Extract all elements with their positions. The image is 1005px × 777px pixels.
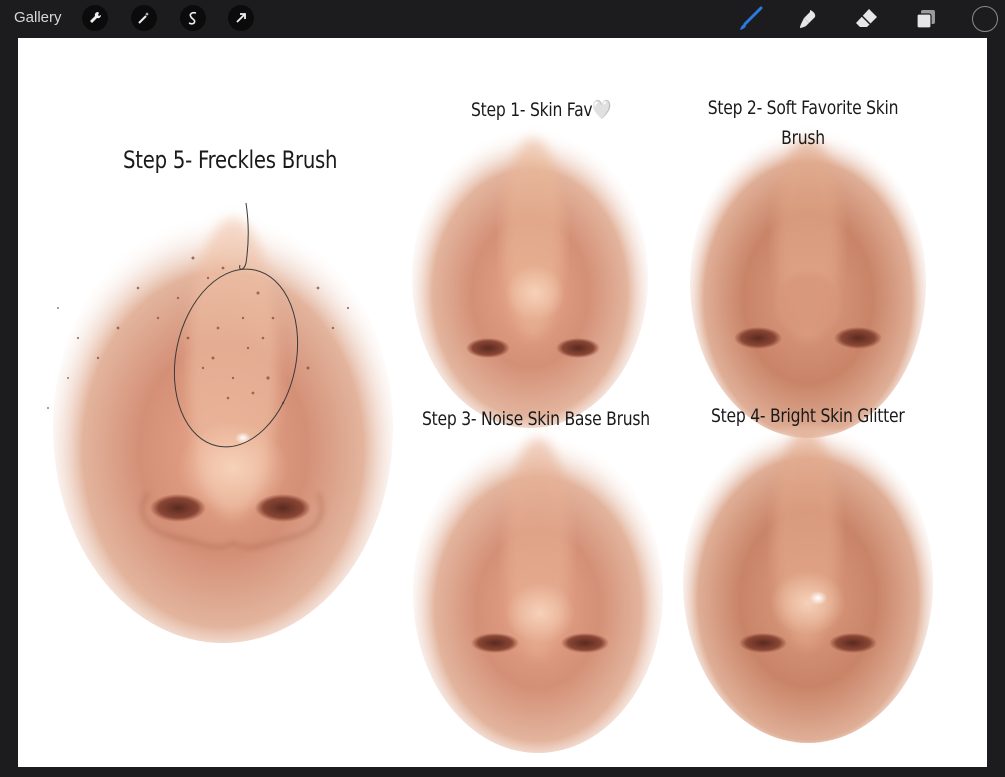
gallery-button[interactable]: Gallery [14, 9, 62, 26]
step3-label: Step 3- Noise Skin Base Brush [422, 408, 650, 430]
nose-step3 [413, 433, 663, 753]
selection-icon[interactable] [180, 5, 206, 31]
nose-step4 [683, 423, 933, 743]
top-toolbar: Gallery [0, 0, 1005, 37]
transform-arrow-icon[interactable] [228, 5, 254, 31]
smudge-icon[interactable] [794, 5, 822, 33]
layers-icon[interactable] [912, 5, 940, 33]
nose-step1 [412, 128, 648, 428]
step5-label: Step 5- Freckles Brush [123, 146, 338, 174]
step1-label: Step 1- Skin Fav🤍 [471, 99, 612, 121]
magic-wand-icon[interactable] [131, 5, 157, 31]
color-picker-swatch[interactable] [972, 6, 998, 32]
nose-step2 [690, 128, 926, 438]
step2-label: Step 2- Soft Favorite Skin Brush [707, 97, 899, 149]
brush-icon[interactable] [736, 5, 764, 33]
drawing-canvas[interactable]: Step 5- Freckles Brush Step 1- Skin Fav🤍… [18, 38, 987, 767]
wrench-icon[interactable] [82, 5, 108, 31]
step4-label: Step 4- Bright Skin Glitter [711, 405, 905, 427]
nose-step5 [47, 202, 393, 643]
eraser-icon[interactable] [853, 5, 881, 33]
